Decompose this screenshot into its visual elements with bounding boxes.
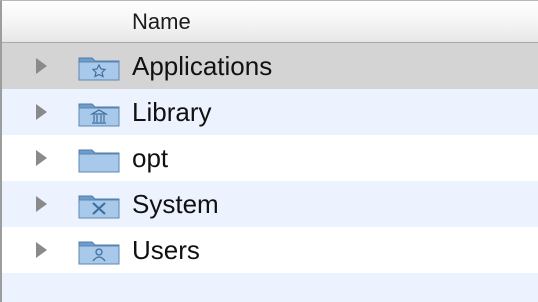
users-folder-icon bbox=[78, 241, 120, 265]
disclosure-triangle-icon[interactable] bbox=[36, 242, 47, 258]
list-item-label: Applications bbox=[132, 51, 273, 81]
disclosure-triangle-icon[interactable] bbox=[36, 150, 47, 166]
column-header-bar: Name bbox=[2, 1, 538, 43]
disclosure-triangle-icon[interactable] bbox=[36, 58, 47, 74]
file-list: Applications Library opt System Users bbox=[2, 43, 538, 302]
list-item-applications[interactable]: Applications bbox=[2, 43, 538, 89]
list-item-label: System bbox=[132, 189, 219, 219]
library-folder-icon bbox=[78, 103, 120, 127]
list-item-library[interactable]: Library bbox=[2, 89, 538, 135]
folder-icon bbox=[78, 149, 120, 173]
list-item-opt[interactable]: opt bbox=[2, 135, 538, 181]
list-item-label: Library bbox=[132, 97, 212, 127]
disclosure-triangle-icon[interactable] bbox=[36, 196, 47, 212]
system-folder-icon bbox=[78, 195, 120, 219]
applications-folder-icon bbox=[78, 57, 120, 81]
name-column-header[interactable]: Name bbox=[132, 9, 191, 35]
list-item-system[interactable]: System bbox=[2, 181, 538, 227]
list-item-label: Users bbox=[132, 235, 200, 265]
empty-list-area bbox=[2, 273, 538, 302]
disclosure-triangle-icon[interactable] bbox=[36, 104, 47, 120]
finder-list-view: Name Applications Library opt System Use… bbox=[0, 0, 538, 302]
list-item-label: opt bbox=[132, 143, 169, 173]
list-item-users[interactable]: Users bbox=[2, 227, 538, 273]
